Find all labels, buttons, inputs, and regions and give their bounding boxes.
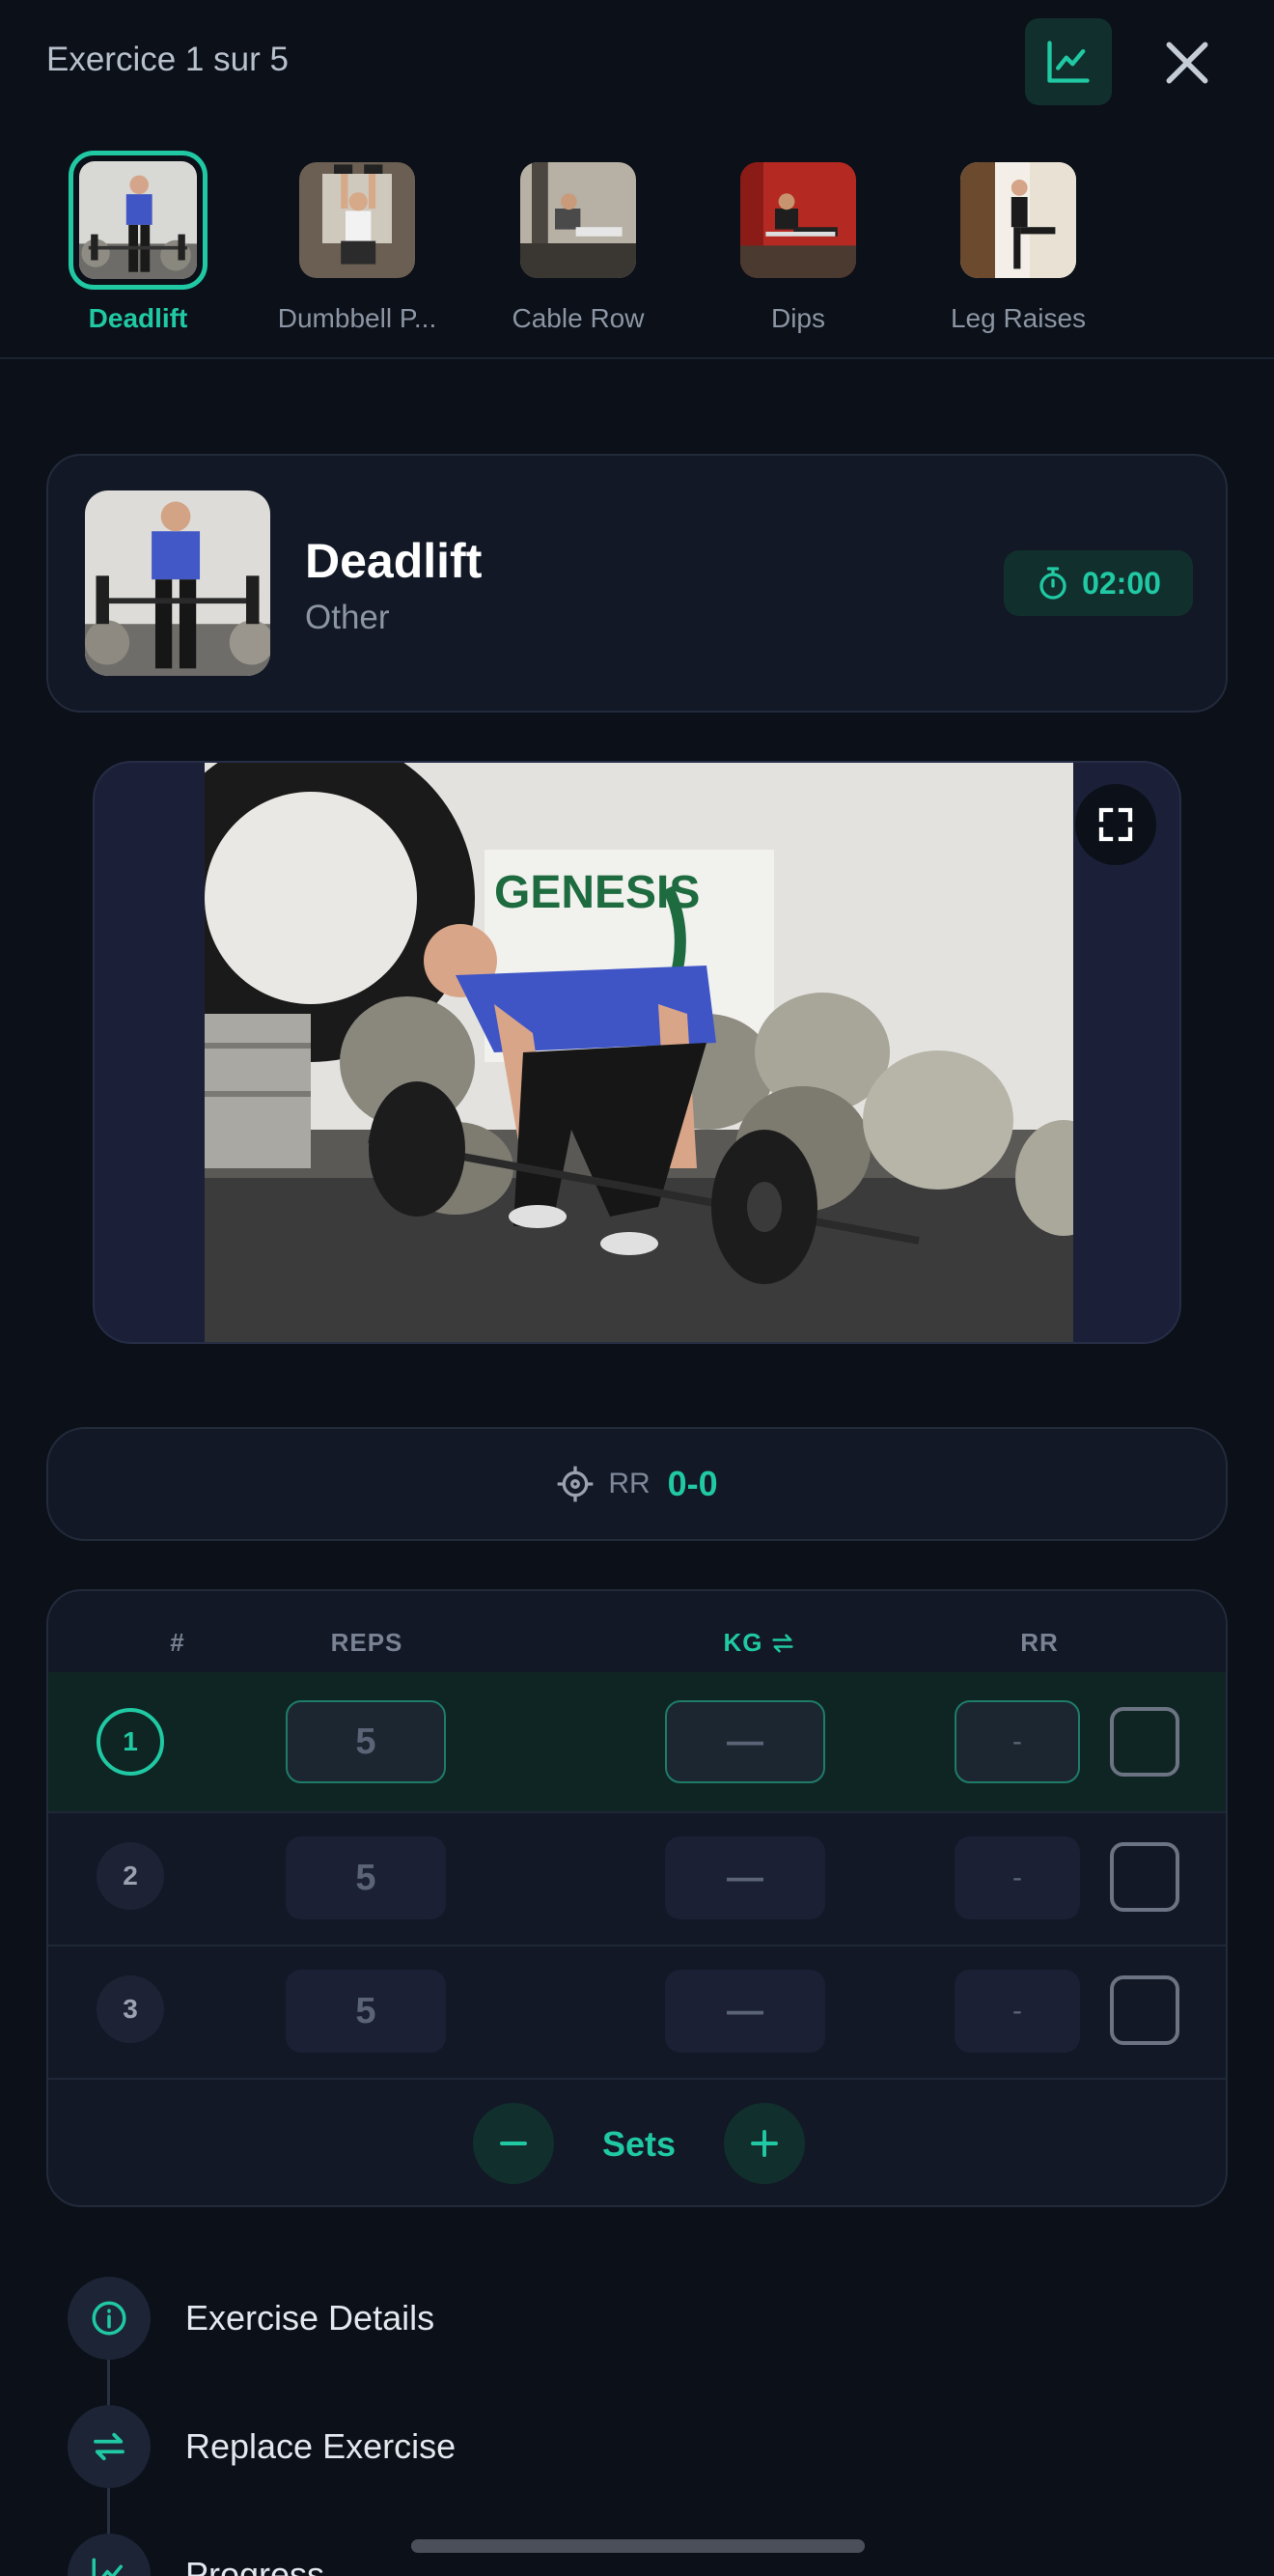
chart-icon	[1047, 41, 1090, 83]
sets-table: # REPS KG RR 1 5 — - 2 5 — - 3 5 — - Set…	[46, 1589, 1228, 2207]
weight-input[interactable]: —	[665, 1836, 825, 1919]
home-indicator[interactable]	[411, 2539, 865, 2553]
stopwatch-icon	[1039, 567, 1066, 600]
reps-input[interactable]: 5	[286, 1700, 446, 1783]
exercise-tab-label: Deadlift	[88, 303, 188, 333]
rest-timer-button[interactable]: 02:00	[1004, 550, 1193, 616]
exercise-thumbnail	[960, 162, 1076, 278]
divider	[0, 357, 1274, 359]
link-label: Progress	[185, 2555, 325, 2576]
reps-input[interactable]: 5	[286, 1970, 446, 2053]
rr-input[interactable]: -	[955, 1970, 1080, 2053]
crosshair-icon	[557, 1466, 594, 1502]
column-header-number: #	[170, 1628, 185, 1657]
set-number: 3	[97, 1975, 164, 2043]
exercise-tab-dumbbell-press[interactable]: Dumbbell P...	[261, 151, 454, 334]
table-row: 2 5 — -	[48, 1813, 1226, 1945]
minus-icon	[500, 2142, 527, 2145]
set-number: 2	[97, 1842, 164, 1910]
close-icon	[1166, 42, 1208, 84]
sets-label: Sets	[601, 2124, 677, 2164]
add-set-button[interactable]	[724, 2103, 805, 2184]
exercise-category: Other	[305, 599, 390, 636]
target-value: 0-0	[667, 1464, 718, 1503]
set-number: 1	[97, 1708, 164, 1776]
progress-chart-button[interactable]	[1025, 18, 1112, 105]
replace-exercise-link[interactable]: Replace Exercise	[68, 2405, 456, 2488]
progress-link[interactable]: Progress	[68, 2534, 324, 2576]
close-button[interactable]	[1149, 29, 1226, 97]
exercise-tab-label: Leg Raises	[950, 303, 1087, 333]
exercise-tab-deadlift[interactable]: Deadlift	[42, 151, 235, 334]
exercise-thumbnail	[299, 162, 415, 278]
column-header-kg: KG	[723, 1628, 763, 1657]
exercise-photo: GENESIS	[205, 763, 1073, 1342]
column-header-reps: REPS	[330, 1628, 403, 1657]
target-label: RR	[608, 1468, 651, 1499]
page-title: Exercice 1 sur 5	[46, 41, 289, 78]
rr-input[interactable]: -	[955, 1836, 1080, 1919]
link-label: Replace Exercise	[185, 2426, 457, 2466]
info-icon	[68, 2277, 151, 2360]
plus-icon	[751, 2130, 778, 2157]
exercise-thumbnail	[520, 162, 636, 278]
table-row: 3 5 — -	[48, 1946, 1226, 2078]
target-rr-pill[interactable]: RR 0-0	[46, 1427, 1228, 1541]
weight-input[interactable]: —	[665, 1700, 825, 1783]
exercise-thumbnail	[740, 162, 856, 278]
fullscreen-button[interactable]	[1075, 784, 1156, 865]
reps-input[interactable]: 5	[286, 1836, 446, 1919]
exercise-tab-leg-raises[interactable]: Leg Raises	[922, 151, 1115, 334]
exercise-media[interactable]: GENESIS	[93, 761, 1181, 1344]
set-complete-checkbox[interactable]	[1110, 1975, 1179, 2045]
exercise-name: Deadlift	[305, 534, 483, 588]
timer-value: 02:00	[1082, 565, 1161, 601]
remove-set-button[interactable]	[473, 2103, 554, 2184]
rr-input[interactable]: -	[955, 1700, 1080, 1783]
column-header-rr: RR	[1020, 1628, 1059, 1657]
swap-icon	[68, 2405, 151, 2488]
link-label: Exercise Details	[185, 2298, 435, 2338]
set-complete-checkbox[interactable]	[1110, 1842, 1179, 1912]
exercise-tab-dips[interactable]: Dips	[702, 151, 895, 334]
weight-input[interactable]: —	[665, 1970, 825, 2053]
exercise-tab-label: Dips	[770, 303, 825, 333]
exercise-thumbnail	[69, 151, 208, 290]
set-complete-checkbox[interactable]	[1110, 1707, 1179, 1777]
table-row: 1 5 — -	[48, 1672, 1226, 1811]
row-divider	[48, 2078, 1226, 2080]
exercise-details-link[interactable]: Exercise Details	[68, 2277, 434, 2360]
unit-toggle-button[interactable]: KG	[687, 1628, 832, 1658]
swap-icon	[771, 1634, 793, 1652]
chart-icon	[68, 2534, 151, 2576]
fullscreen-icon	[1098, 807, 1133, 842]
exercise-tab-cable-row[interactable]: Cable Row	[482, 151, 675, 334]
exercise-card[interactable]: Deadlift Other 02:00	[46, 454, 1228, 713]
exercise-tab-label: Cable Row	[512, 303, 645, 333]
exercise-image	[85, 490, 270, 676]
exercise-tab-label: Dumbbell P...	[277, 303, 437, 333]
